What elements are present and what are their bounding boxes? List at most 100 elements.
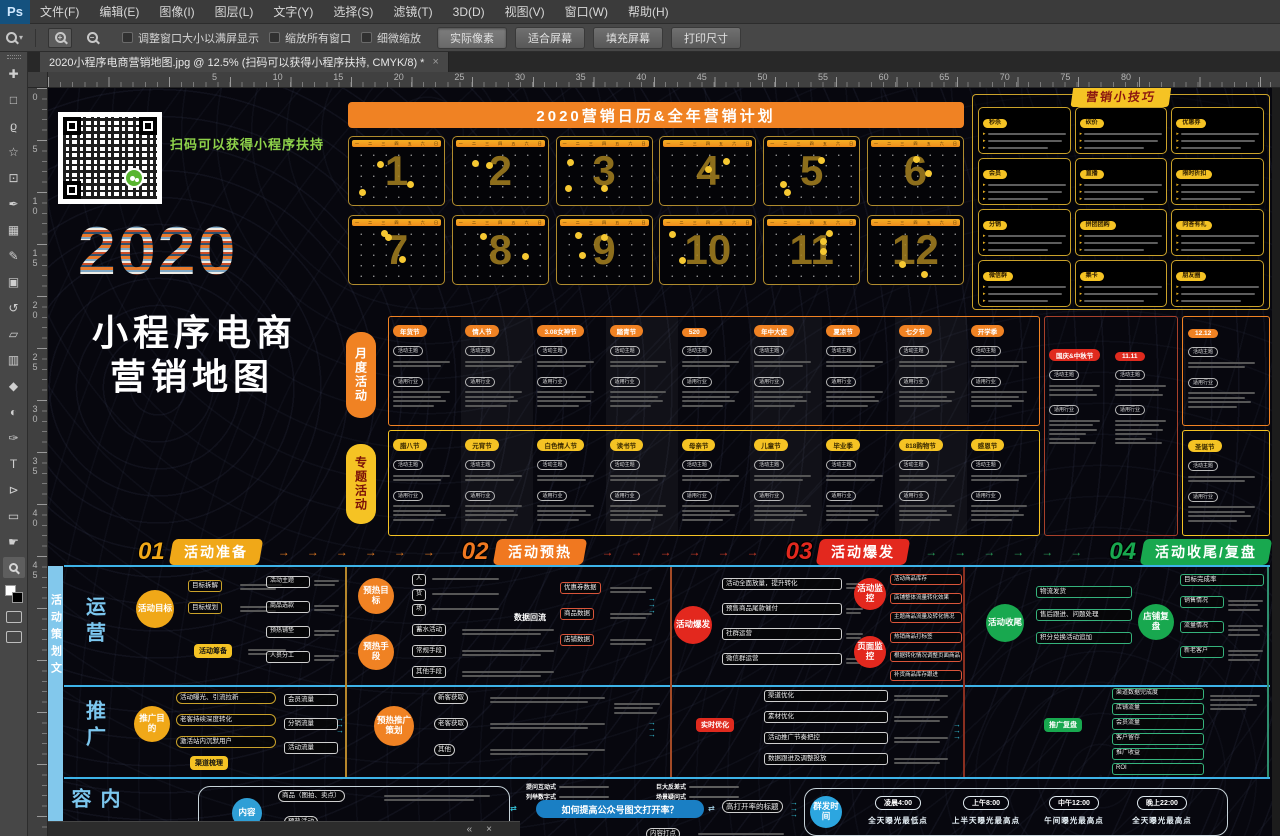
patch-tool[interactable]: ▦ — [3, 219, 25, 240]
checkbox-细微缩放[interactable]: 细微缩放 — [361, 30, 421, 46]
eyedropper-tool[interactable]: ✒ — [3, 193, 25, 214]
background-color[interactable] — [12, 592, 23, 603]
path-select-tool[interactable]: ⊳ — [3, 479, 25, 500]
ruler-mark: 35 — [576, 72, 586, 82]
marquee-tool[interactable]: □ — [3, 89, 25, 110]
box-场: 场 — [412, 604, 426, 616]
timeline-item-中午12:00: 中午12:00午间曝光最高点 — [1032, 796, 1116, 836]
close-icon[interactable]: × — [432, 56, 438, 68]
clone-stamp-tool[interactable]: ▣ — [3, 271, 25, 292]
qr-code — [58, 112, 162, 204]
menu-3D(D)[interactable]: 3D(D) — [443, 0, 495, 24]
close-icon[interactable]: × — [486, 824, 492, 835]
menu-文字(Y)[interactable]: 文字(Y) — [263, 0, 323, 24]
photoshop-logo-icon[interactable]: Ps — [0, 0, 30, 24]
ruler-mark: 10 — [30, 196, 40, 216]
crop-tool[interactable]: ⊡ — [3, 167, 25, 188]
screen-mode-button[interactable] — [6, 631, 22, 643]
placeholder-text — [537, 505, 596, 521]
table-人员分工: 人员分工 — [266, 651, 310, 663]
festival-column-白色情人节: 白色情人节活动主题适用行业 — [533, 431, 605, 535]
table-预热铺垫: 预热铺垫 — [266, 626, 310, 638]
gradient-tool[interactable]: ▥ — [3, 349, 25, 370]
zoom-out-button[interactable]: − — [80, 28, 104, 48]
menu-视图(V)[interactable]: 视图(V) — [495, 0, 555, 24]
pen-tool[interactable]: ✑ — [3, 427, 25, 448]
collapse-icon[interactable]: « — [467, 824, 473, 835]
month-card-7: 一二三四五六日7 — [348, 215, 445, 285]
calendar-months: 一二三四五六日1一二三四五六日2一二三四五六日3一二三四五六日4一二三四五六日5… — [348, 136, 964, 286]
month-card-12: 一二三四五六日12 — [867, 215, 964, 285]
placeholder-text — [537, 475, 596, 482]
horizontal-ruler[interactable]: 5101520253035404550556065707580 — [48, 72, 1280, 88]
node-预热推广策划: 预热推广策划 — [374, 706, 414, 746]
history-brush-tool[interactable]: ↺ — [3, 297, 25, 318]
zoom-in-button[interactable]: + — [48, 28, 72, 48]
magic-wand-tool[interactable]: ☆ — [3, 141, 25, 162]
tip-label: 砍价 — [1080, 119, 1104, 128]
box-主题商品流量及转化情况: 主题商品流量及转化情况 — [890, 612, 962, 623]
checkbox-调整窗口大小以满屏显示[interactable]: 调整窗口大小以满屏显示 — [122, 30, 259, 46]
eraser-tool[interactable]: ▱ — [3, 323, 25, 344]
ruler-mark: 20 — [394, 72, 404, 82]
placeholder-text — [610, 391, 669, 407]
placeholder-text — [1228, 647, 1264, 663]
document-canvas[interactable]: 扫码可以获得小程序扶持 2020 小程序电商 营销地图 2020营销日历&全年营… — [48, 88, 1280, 836]
festival-pill: 白色情人节 — [537, 439, 584, 451]
festival-column-11.11: 11.11活动主题适用行业 — [1111, 317, 1177, 535]
menu-编辑(E)[interactable]: 编辑(E) — [89, 0, 149, 24]
tip-label: 限时折扣 — [1176, 170, 1212, 179]
box-店铺整体流量转化效果: 店铺整体流量转化效果 — [890, 593, 962, 604]
node-渠道梳理: 渠道梳理 — [190, 756, 228, 770]
placeholder-text — [462, 626, 558, 638]
status-strip[interactable]: «× — [48, 821, 520, 836]
burn-tool[interactable]: ◐ — [3, 401, 25, 422]
brush-tool[interactable]: ✎ — [3, 245, 25, 266]
document-tab-bar: 2020小程序电商营销地图.jpg @ 12.5% (扫码可以获得小程序扶持, … — [28, 52, 1280, 72]
zoom-tool[interactable] — [3, 557, 25, 578]
poster-year: 2020 — [78, 212, 237, 290]
zoom-tool-preset[interactable]: ▾ — [6, 32, 23, 43]
month-card-3: 一二三四五六日3 — [556, 136, 653, 206]
move-tool[interactable]: ✚ — [3, 63, 25, 84]
blur-tool[interactable]: ◆ — [3, 375, 25, 396]
festival-column-3.08女神节: 3.08女神节活动主题适用行业 — [533, 317, 605, 425]
menu-文件(F)[interactable]: 文件(F) — [30, 0, 89, 24]
placeholder-text — [393, 391, 452, 407]
box-活动流量: 活动流量 — [284, 742, 338, 754]
menu-帮助(H)[interactable]: 帮助(H) — [618, 0, 679, 24]
lasso-tool[interactable]: ϱ — [3, 115, 25, 136]
phase-arrows-icon: →→→→→→ — [908, 545, 1099, 559]
menu-滤镜(T)[interactable]: 滤镜(T) — [383, 0, 442, 24]
button-适合屏幕[interactable]: 适合屏幕 — [515, 27, 585, 49]
festival-column-520: 520活动主题适用行业 — [678, 317, 750, 425]
box-货: 货 — [412, 589, 426, 601]
button-填充屏幕[interactable]: 填充屏幕 — [593, 27, 663, 49]
flow-arrows-icon: →→→ — [648, 720, 656, 738]
quick-mask-button[interactable] — [6, 611, 22, 623]
tip-card-微信群: 微信群▸▸▸ — [978, 260, 1071, 307]
type-tool[interactable]: T — [3, 453, 25, 474]
button-实际像素[interactable]: 实际像素 — [437, 27, 507, 49]
box-社群运营: 社群运营 — [722, 628, 842, 640]
document-tab[interactable]: 2020小程序电商营销地图.jpg @ 12.5% (扫码可以获得小程序扶持, … — [40, 52, 449, 72]
menu-图层(L)[interactable]: 图层(L) — [205, 0, 264, 24]
placeholder-text — [610, 505, 669, 521]
menu-图像(I)[interactable]: 图像(I) — [149, 0, 204, 24]
ruler-mark: 45 — [30, 560, 40, 580]
menu-选择(S)[interactable]: 选择(S) — [323, 0, 383, 24]
palette-grip[interactable] — [7, 55, 21, 59]
placeholder-text — [314, 577, 340, 589]
festival-column-七夕节: 七夕节活动主题适用行业 — [895, 317, 967, 425]
vertical-ruler[interactable]: 051015202530354045 — [28, 88, 48, 836]
button-打印尺寸[interactable]: 打印尺寸 — [671, 27, 741, 49]
placeholder-text — [894, 755, 950, 767]
shape-tool[interactable]: ▭ — [3, 505, 25, 526]
box-热销商品打标签: 热销商品打标签 — [890, 632, 962, 643]
tip-label: 朋友圈 — [1176, 272, 1206, 281]
menu-窗口(W)[interactable]: 窗口(W) — [555, 0, 618, 24]
color-swatches[interactable] — [5, 585, 23, 603]
hand-tool[interactable]: ☛ — [3, 531, 25, 552]
checkbox-缩放所有窗口[interactable]: 缩放所有窗口 — [269, 30, 351, 46]
phase-header: 01活动准备→→→→→→02活动预热→→→→→→03活动爆发→→→→→→04活动… — [128, 538, 1270, 566]
